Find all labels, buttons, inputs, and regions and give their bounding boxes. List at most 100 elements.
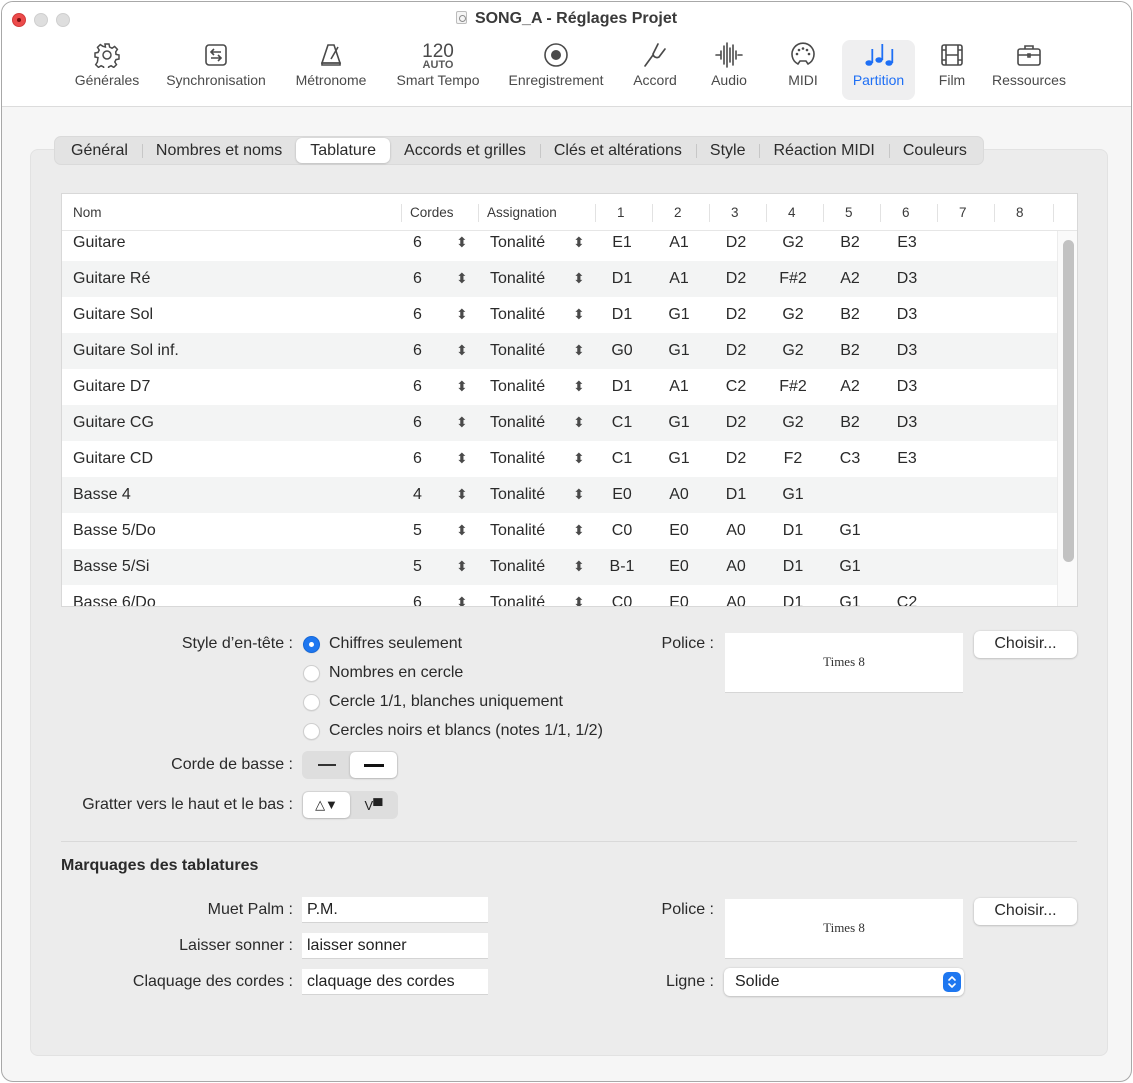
tuning-note-string-5[interactable]: B2 bbox=[830, 333, 870, 369]
tuning-note-string-8[interactable] bbox=[1001, 297, 1041, 333]
strings-stepper-icon[interactable]: ⬍ bbox=[456, 513, 468, 549]
assignment-stepper-icon[interactable]: ⬍ bbox=[573, 477, 585, 513]
strings-stepper-icon[interactable]: ⬍ bbox=[456, 477, 468, 513]
strings-stepper-icon[interactable]: ⬍ bbox=[456, 297, 468, 333]
table-row[interactable]: Guitare CG 6 ⬍ Tonalité ⬍ C1 G1 D2 G2 B2 D3 bbox=[62, 405, 1058, 441]
tuning-note-string-8[interactable] bbox=[1001, 333, 1041, 369]
strings-value[interactable]: 6 bbox=[413, 585, 422, 606]
tuning-note-string-6[interactable]: D3 bbox=[887, 405, 927, 441]
column-header-strings[interactable]: Cordes bbox=[410, 194, 454, 231]
assignment-value[interactable]: Tonalité bbox=[490, 369, 545, 405]
assignment-stepper-icon[interactable]: ⬍ bbox=[573, 441, 585, 477]
column-header-string-1[interactable]: 1 bbox=[617, 194, 625, 231]
column-header-name[interactable]: Nom bbox=[73, 194, 102, 231]
tuning-note-string-7[interactable] bbox=[944, 477, 984, 513]
tuning-note-string-7[interactable] bbox=[944, 297, 984, 333]
tuning-note-string-6[interactable] bbox=[887, 477, 927, 513]
tab-style[interactable]: Style bbox=[695, 138, 760, 163]
tuning-note-string-8[interactable] bbox=[1001, 585, 1041, 606]
palm-mute-field[interactable]: P.M. bbox=[302, 897, 488, 923]
assignment-value[interactable]: Tonalité bbox=[490, 297, 545, 333]
tuning-note-string-2[interactable]: A1 bbox=[659, 369, 699, 405]
tuning-note-string-3[interactable]: D2 bbox=[716, 405, 756, 441]
tuning-note-string-2[interactable]: A1 bbox=[659, 261, 699, 297]
tuning-note-string-8[interactable] bbox=[1001, 405, 1041, 441]
tuning-note-string-5[interactable]: A2 bbox=[830, 369, 870, 405]
tuning-note-string-5[interactable]: G1 bbox=[830, 549, 870, 585]
table-row[interactable]: Basse 5/Do 5 ⬍ Tonalité ⬍ C0 E0 A0 D1 G1 bbox=[62, 513, 1058, 549]
tuning-note-string-7[interactable] bbox=[944, 333, 984, 369]
assignment-stepper-icon[interactable]: ⬍ bbox=[573, 513, 585, 549]
table-row[interactable]: Guitare Sol inf. 6 ⬍ Tonalité ⬍ G0 G1 D2 G2 B2 D3 bbox=[62, 333, 1058, 369]
tuning-note-string-3[interactable]: A0 bbox=[716, 513, 756, 549]
column-header-string-6[interactable]: 6 bbox=[902, 194, 910, 231]
assignment-value[interactable]: Tonalité bbox=[490, 441, 545, 477]
toolbar-item-metronome[interactable]: Métronome bbox=[288, 40, 374, 100]
tuning-note-string-6[interactable] bbox=[887, 513, 927, 549]
tuning-note-string-1[interactable]: G0 bbox=[602, 333, 642, 369]
tuning-note-string-5[interactable]: B2 bbox=[830, 405, 870, 441]
tuning-note-string-2[interactable]: G1 bbox=[659, 297, 699, 333]
strings-value[interactable]: 6 bbox=[413, 333, 422, 369]
tuning-note-string-7[interactable] bbox=[944, 261, 984, 297]
column-header-assignment[interactable]: Assignation bbox=[487, 194, 557, 231]
tab-midi-meaning[interactable]: Réaction MIDI bbox=[759, 138, 888, 163]
tuning-note-string-5[interactable]: G1 bbox=[830, 585, 870, 606]
tuning-note-string-1[interactable]: B-1 bbox=[602, 549, 642, 585]
tuning-note-string-8[interactable] bbox=[1001, 231, 1041, 261]
tuning-note-string-2[interactable]: G1 bbox=[659, 441, 699, 477]
strings-value[interactable]: 5 bbox=[413, 513, 422, 549]
tuning-note-string-7[interactable] bbox=[944, 513, 984, 549]
tuning-note-string-2[interactable]: G1 bbox=[659, 405, 699, 441]
tuning-note-string-6[interactable]: D3 bbox=[887, 297, 927, 333]
radio-digits-only[interactable]: Chiffres seulement bbox=[303, 635, 462, 653]
tuning-note-string-8[interactable] bbox=[1001, 477, 1041, 513]
radio-button[interactable] bbox=[303, 693, 320, 711]
strings-value[interactable]: 6 bbox=[413, 297, 422, 333]
tuning-note-string-2[interactable]: A0 bbox=[659, 477, 699, 513]
tuning-note-string-7[interactable] bbox=[944, 585, 984, 606]
let-ring-field[interactable]: laisser sonner bbox=[302, 933, 488, 959]
tuning-note-string-4[interactable]: G2 bbox=[773, 297, 813, 333]
strum-triangle-option[interactable]: △▼ bbox=[303, 792, 350, 818]
assignment-value[interactable]: Tonalité bbox=[490, 585, 545, 606]
tuning-note-string-1[interactable]: C1 bbox=[602, 405, 642, 441]
tuning-note-string-2[interactable]: E0 bbox=[659, 585, 699, 606]
column-header-string-2[interactable]: 2 bbox=[674, 194, 682, 231]
tab-tablature[interactable]: Tablature bbox=[296, 138, 391, 163]
radio-button[interactable] bbox=[303, 664, 320, 682]
radio-button-checked[interactable] bbox=[303, 635, 320, 653]
assignment-value[interactable]: Tonalité bbox=[490, 333, 545, 369]
strings-stepper-icon[interactable]: ⬍ bbox=[456, 405, 468, 441]
strings-value[interactable]: 6 bbox=[413, 441, 422, 477]
tuning-note-string-6[interactable]: D3 bbox=[887, 333, 927, 369]
strings-value[interactable]: 6 bbox=[413, 405, 422, 441]
table-row[interactable]: Basse 4 4 ⬍ Tonalité ⬍ E0 A0 D1 G1 bbox=[62, 477, 1058, 513]
tab-chords-and-grids[interactable]: Accords et grilles bbox=[390, 138, 540, 163]
tuning-note-string-8[interactable] bbox=[1001, 513, 1041, 549]
tuning-note-string-7[interactable] bbox=[944, 369, 984, 405]
toolbar-item-generales[interactable]: Générales bbox=[64, 40, 150, 100]
toolbar-item-synchronisation[interactable]: Synchronisation bbox=[158, 40, 274, 100]
assignment-stepper-icon[interactable]: ⬍ bbox=[573, 585, 585, 606]
toolbar-item-accord[interactable]: Accord bbox=[624, 40, 686, 100]
strings-stepper-icon[interactable]: ⬍ bbox=[456, 549, 468, 585]
assignment-stepper-icon[interactable]: ⬍ bbox=[573, 297, 585, 333]
tuning-note-string-4[interactable]: F#2 bbox=[773, 261, 813, 297]
tuning-note-string-1[interactable]: C1 bbox=[602, 441, 642, 477]
tuning-note-string-5[interactable] bbox=[830, 477, 870, 513]
tab-colors[interactable]: Couleurs bbox=[888, 138, 981, 163]
radio-button[interactable] bbox=[303, 722, 320, 740]
tuning-note-string-3[interactable]: A0 bbox=[716, 585, 756, 606]
tuning-note-string-6[interactable]: D3 bbox=[887, 261, 927, 297]
tuning-note-string-7[interactable] bbox=[944, 441, 984, 477]
tuning-note-string-7[interactable] bbox=[944, 405, 984, 441]
tuning-note-string-5[interactable]: G1 bbox=[830, 513, 870, 549]
radio-circle-whole-white[interactable]: Cercle 1/1, blanches uniquement bbox=[303, 693, 563, 711]
tab-clefs-and-signatures[interactable]: Clés et altérations bbox=[539, 138, 696, 163]
tuning-note-string-4[interactable]: F#2 bbox=[773, 369, 813, 405]
tuning-note-string-3[interactable]: D2 bbox=[716, 333, 756, 369]
tuning-note-string-3[interactable]: A0 bbox=[716, 549, 756, 585]
tuning-note-string-2[interactable]: E0 bbox=[659, 549, 699, 585]
tuning-note-string-6[interactable]: C2 bbox=[887, 585, 927, 606]
